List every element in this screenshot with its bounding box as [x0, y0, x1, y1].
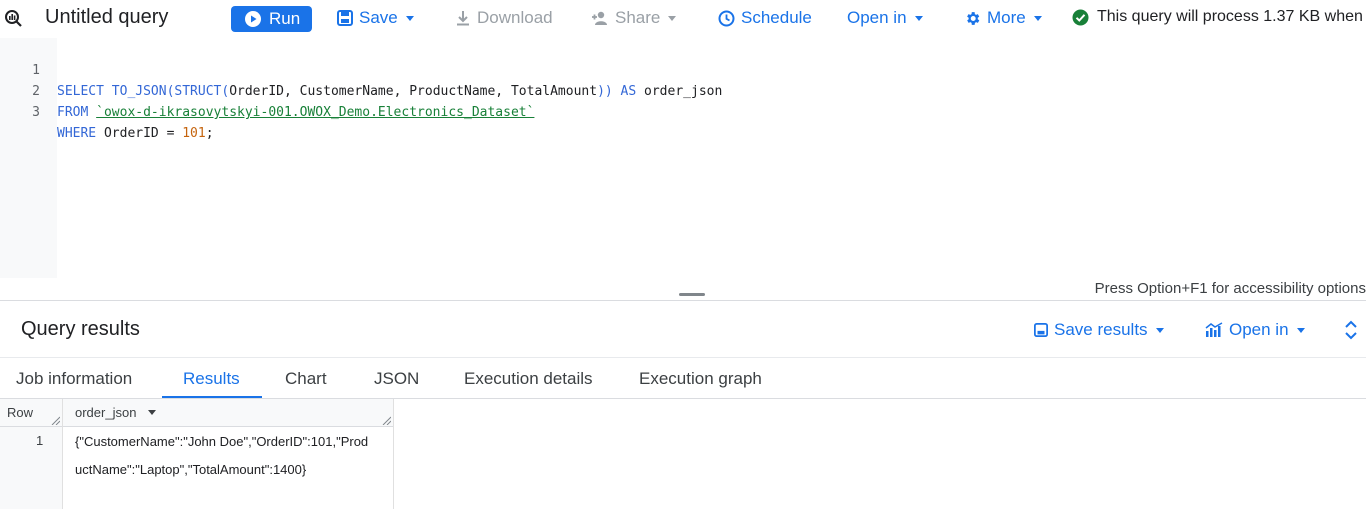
- sql-keyword: AS: [612, 84, 637, 99]
- chevron-down-icon: [405, 15, 414, 21]
- column-divider: [62, 399, 63, 509]
- share-button[interactable]: Share: [591, 8, 677, 28]
- tab-execution-details[interactable]: Execution details: [464, 369, 593, 389]
- save-label: Save: [359, 8, 398, 27]
- play-icon: [245, 11, 261, 27]
- save-icon: [337, 10, 353, 26]
- chevron-down-icon: [1033, 15, 1042, 21]
- sql-keyword: SELECT: [57, 84, 104, 99]
- save-button[interactable]: Save: [337, 8, 414, 28]
- tab-execution-graph[interactable]: Execution graph: [639, 369, 762, 389]
- column-header-label: order_json: [75, 405, 137, 420]
- column-header-order-json[interactable]: order_json: [75, 405, 157, 420]
- sql-function: TO_JSON(STRUCT(: [103, 84, 230, 99]
- column-resize-icon[interactable]: [381, 415, 391, 425]
- column-resize-icon[interactable]: [50, 415, 60, 425]
- chevron-down-icon: [668, 15, 677, 21]
- panel-divider: [0, 300, 1366, 301]
- schedule-button[interactable]: Schedule: [718, 8, 812, 28]
- sql-number: 101: [182, 126, 206, 141]
- more-button[interactable]: More: [964, 8, 1042, 28]
- open-in-label: Open in: [1229, 320, 1289, 339]
- save-results-label: Save results: [1054, 320, 1148, 339]
- more-label: More: [987, 8, 1026, 27]
- code-line[interactable]: 3 WHERE OrderID = 101;: [0, 81, 213, 141]
- code-line[interactable]: 1 SELECT TO_JSON(STRUCT(OrderID, Custome…: [0, 39, 722, 99]
- tab-chart[interactable]: Chart: [285, 369, 327, 389]
- sql-identifiers: OrderID =: [96, 126, 183, 141]
- sort-menu-icon[interactable]: [148, 410, 157, 415]
- query-toolbar: Untitled query Run Save Download Share S…: [0, 0, 1366, 38]
- column-divider: [393, 399, 394, 509]
- chevron-down-icon: [1155, 327, 1164, 333]
- sql-identifiers: OrderID, CustomerName, ProductName, Tota…: [229, 84, 598, 99]
- save-results-button[interactable]: Save results: [1034, 320, 1164, 340]
- chevron-down-icon: [1296, 327, 1305, 333]
- results-title: Query results: [21, 318, 140, 340]
- line-number: 3: [32, 105, 40, 120]
- schedule-label: Schedule: [741, 8, 812, 27]
- tabs-top-border: [0, 357, 1366, 358]
- check-circle-icon: [1072, 9, 1089, 25]
- row-number: 1: [36, 433, 44, 448]
- sql-terminator: ;: [205, 126, 214, 141]
- chevron-down-icon: [914, 15, 923, 21]
- add-person-icon: [592, 11, 607, 25]
- expand-collapse-icon[interactable]: [1342, 320, 1360, 340]
- query-title[interactable]: Untitled query: [45, 6, 168, 29]
- table-reference-link[interactable]: `owox-d-ikrasovytskyi-001.OWOX_Demo.Elec…: [96, 105, 534, 120]
- open-in-label: Open in: [847, 8, 907, 27]
- chart-icon: [1205, 322, 1223, 337]
- cell-order-json[interactable]: {"CustomerName":"John Doe","OrderID":101…: [75, 428, 375, 483]
- run-button[interactable]: Run: [231, 6, 312, 32]
- query-validation-status: This query will process 1.37 KB when ...: [1072, 8, 1366, 26]
- tab-job-information[interactable]: Job information: [16, 369, 132, 389]
- tab-results[interactable]: Results: [183, 369, 240, 389]
- row-number-column: [0, 427, 62, 509]
- run-label: Run: [269, 9, 301, 28]
- download-label: Download: [477, 8, 553, 27]
- accessibility-hint: Press Option+F1 for accessibility option…: [1094, 280, 1366, 297]
- sql-paren: )): [597, 84, 613, 99]
- results-open-in-button[interactable]: Open in: [1205, 320, 1305, 340]
- query-icon: [5, 10, 22, 27]
- download-icon: [457, 11, 469, 26]
- download-button[interactable]: Download: [455, 8, 553, 28]
- code-line[interactable]: 2 FROM `owox-d-ikrasovytskyi-001.OWOX_De…: [0, 60, 534, 120]
- clock-icon: [718, 10, 735, 26]
- sql-editor[interactable]: 1 SELECT TO_JSON(STRUCT(OrderID, Custome…: [0, 38, 1366, 300]
- column-header-row: Row: [7, 405, 34, 420]
- tab-json[interactable]: JSON: [374, 369, 419, 389]
- sql-keyword: FROM: [57, 105, 89, 120]
- gear-icon: [967, 11, 980, 25]
- share-label: Share: [615, 8, 661, 27]
- save-icon: [1034, 323, 1048, 337]
- resize-handle[interactable]: [679, 293, 705, 296]
- sql-keyword: WHERE: [57, 126, 97, 141]
- open-in-button[interactable]: Open in: [847, 8, 923, 28]
- sql-alias: order_json: [636, 84, 723, 99]
- status-text: This query will process 1.37 KB when ...: [1097, 8, 1366, 25]
